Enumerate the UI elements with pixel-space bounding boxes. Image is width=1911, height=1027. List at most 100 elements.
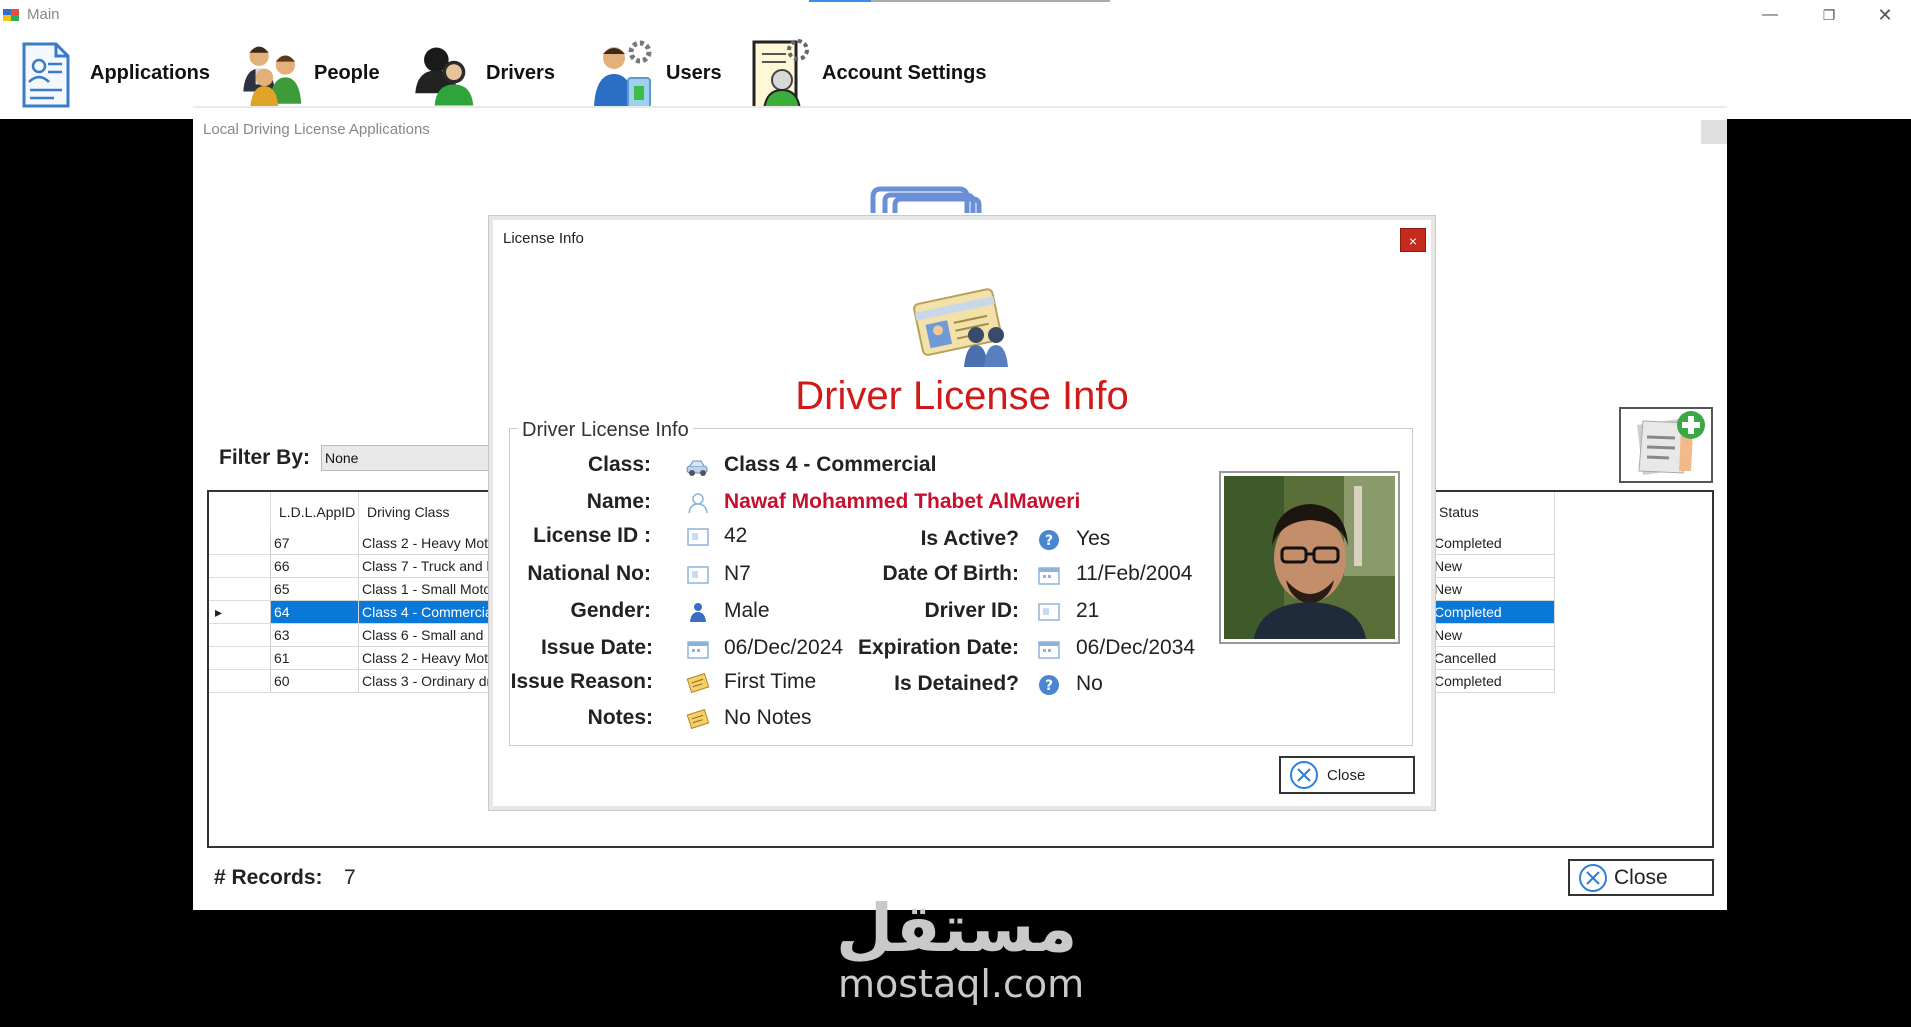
close-button[interactable]: Close — [1568, 859, 1714, 896]
svg-text:?: ? — [1045, 678, 1053, 694]
driver-portrait-image — [1224, 476, 1395, 639]
row-selector[interactable] — [209, 578, 271, 601]
dialog-title: License Info — [503, 230, 584, 247]
restore-button[interactable]: ❐ — [1809, 3, 1849, 27]
cell-status[interactable]: New — [1431, 624, 1555, 647]
form-control-box[interactable] — [1701, 120, 1727, 144]
menu-people[interactable]: People — [238, 30, 380, 116]
cell-status[interactable]: Cancelled — [1431, 647, 1555, 670]
menu-drivers[interactable]: Drivers — [410, 30, 555, 116]
cell-driving-class[interactable]: Class 1 - Small Motorc — [359, 578, 509, 601]
id-card-icon — [1038, 603, 1060, 621]
dialog-close-label: Close — [1327, 766, 1366, 784]
gender-value: Male — [724, 599, 770, 622]
date-of-birth-label: Date Of Birth: — [882, 562, 1020, 585]
name-label: Name: — [586, 490, 651, 513]
driver-id-value: 21 — [1076, 599, 1100, 622]
is-detained-label: Is Detained? — [894, 672, 1019, 695]
cell-driving-class[interactable]: Class 7 - Truck and he — [359, 555, 509, 578]
title-bar: Main — ❐ ✕ — [0, 0, 1911, 30]
row-selector[interactable]: ▸ — [209, 601, 271, 624]
is-active-value: Yes — [1076, 527, 1111, 550]
id-card-icon — [687, 566, 709, 584]
cell-app-id[interactable]: 65 — [271, 578, 359, 601]
cell-app-id[interactable]: 63 — [271, 624, 359, 647]
calendar-icon — [687, 641, 709, 659]
cell-status[interactable]: New — [1431, 555, 1555, 578]
dialog-close-x-button[interactable]: × — [1400, 228, 1426, 252]
people-icon — [243, 46, 302, 108]
current-row-arrow-icon: ▸ — [215, 604, 223, 620]
driver-id-label: Driver ID: — [924, 599, 1019, 622]
row-selector[interactable] — [209, 670, 271, 693]
close-button-label: Close — [1614, 865, 1668, 889]
person-outline-icon — [688, 493, 708, 514]
main-window: Main — ❐ ✕ Applications People Drivers U… — [0, 0, 1911, 119]
group-label: Driver License Info — [518, 419, 693, 442]
users-icon — [594, 40, 652, 109]
close-circle-icon — [1579, 863, 1607, 892]
cell-status[interactable]: Completed — [1431, 532, 1555, 555]
gender-label: Gender: — [570, 599, 651, 622]
calendar-icon — [1038, 567, 1060, 585]
expiration-date-label: Expiration Date: — [857, 636, 1019, 659]
cell-driving-class[interactable]: Class 2 - Heavy Motor — [359, 532, 509, 555]
name-value: Nawaf Mohammed Thabet AlMaweri — [724, 490, 1081, 513]
dialog-heading: Driver License Info — [795, 374, 1129, 418]
license-id-label: License ID : — [533, 524, 651, 547]
cell-status[interactable]: Completed — [1431, 601, 1555, 624]
records-count: 7 — [344, 866, 356, 889]
watermark-arabic: مستقل — [836, 890, 1078, 967]
cell-driving-class[interactable]: Class 6 - Small and me — [359, 624, 509, 647]
cell-app-id[interactable]: 66 — [271, 555, 359, 578]
records-label: # Records: — [214, 866, 323, 889]
issue-reason-label: Issue Reason: — [510, 670, 653, 693]
notes-icon — [686, 708, 710, 730]
menu-people-label: People — [314, 61, 380, 84]
app-icon — [3, 9, 19, 21]
class-value: Class 4 - Commercial — [724, 453, 937, 476]
close-circle-icon — [1290, 761, 1318, 789]
issue-reason-value: First Time — [724, 670, 817, 693]
gender-person-icon — [690, 603, 706, 622]
close-window-button[interactable]: ✕ — [1865, 3, 1905, 27]
dialog-close-button[interactable]: Close — [1279, 756, 1415, 794]
issue-date-label: Issue Date: — [540, 636, 653, 659]
cell-app-id[interactable]: 61 — [271, 647, 359, 670]
row-selector[interactable] — [209, 647, 271, 670]
menu-users[interactable]: Users — [590, 30, 722, 116]
row-selector[interactable] — [209, 555, 271, 578]
car-icon — [686, 460, 708, 476]
issue-date-value: 06/Dec/2024 — [724, 636, 844, 659]
account-settings-icon — [752, 39, 809, 111]
help-icon: ? — [1039, 675, 1059, 695]
row-selector[interactable] — [209, 624, 271, 647]
cell-status[interactable]: New — [1431, 578, 1555, 601]
minimize-button[interactable]: — — [1750, 3, 1790, 27]
notes-icon — [686, 672, 710, 694]
add-application-button[interactable] — [1619, 407, 1713, 483]
menu-account-settings[interactable]: Account Settings — [746, 30, 986, 116]
applications-header-icon — [870, 186, 982, 213]
cell-driving-class[interactable]: Class 4 - Commercial — [359, 601, 509, 624]
cell-status[interactable]: Completed — [1431, 670, 1555, 693]
cell-app-id[interactable]: 67 — [271, 532, 359, 555]
menu-applications[interactable]: Applications — [14, 30, 210, 116]
cell-driving-class[interactable]: Class 3 - Ordinary driv — [359, 670, 509, 693]
menu-users-label: Users — [666, 61, 722, 84]
column-header[interactable]: Status — [1431, 492, 1555, 532]
form-title: Local Driving License Applications — [203, 121, 430, 138]
cell-app-id[interactable]: 60 — [271, 670, 359, 693]
column-header[interactable]: L.D.L.AppID — [271, 492, 359, 532]
column-header[interactable]: Driving Class — [359, 492, 509, 532]
row-selector[interactable] — [209, 532, 271, 555]
expiration-date-value: 06/Dec/2034 — [1076, 636, 1196, 659]
add-document-icon — [1637, 411, 1705, 475]
national-no-label: National No: — [527, 562, 651, 585]
is-active-label: Is Active? — [920, 527, 1019, 550]
cell-app-id[interactable]: 64 — [271, 601, 359, 624]
svg-text:?: ? — [1045, 533, 1053, 549]
driver-photo — [1219, 471, 1400, 644]
window-title: Main — [27, 6, 60, 23]
cell-driving-class[interactable]: Class 2 - Heavy Motor — [359, 647, 509, 670]
